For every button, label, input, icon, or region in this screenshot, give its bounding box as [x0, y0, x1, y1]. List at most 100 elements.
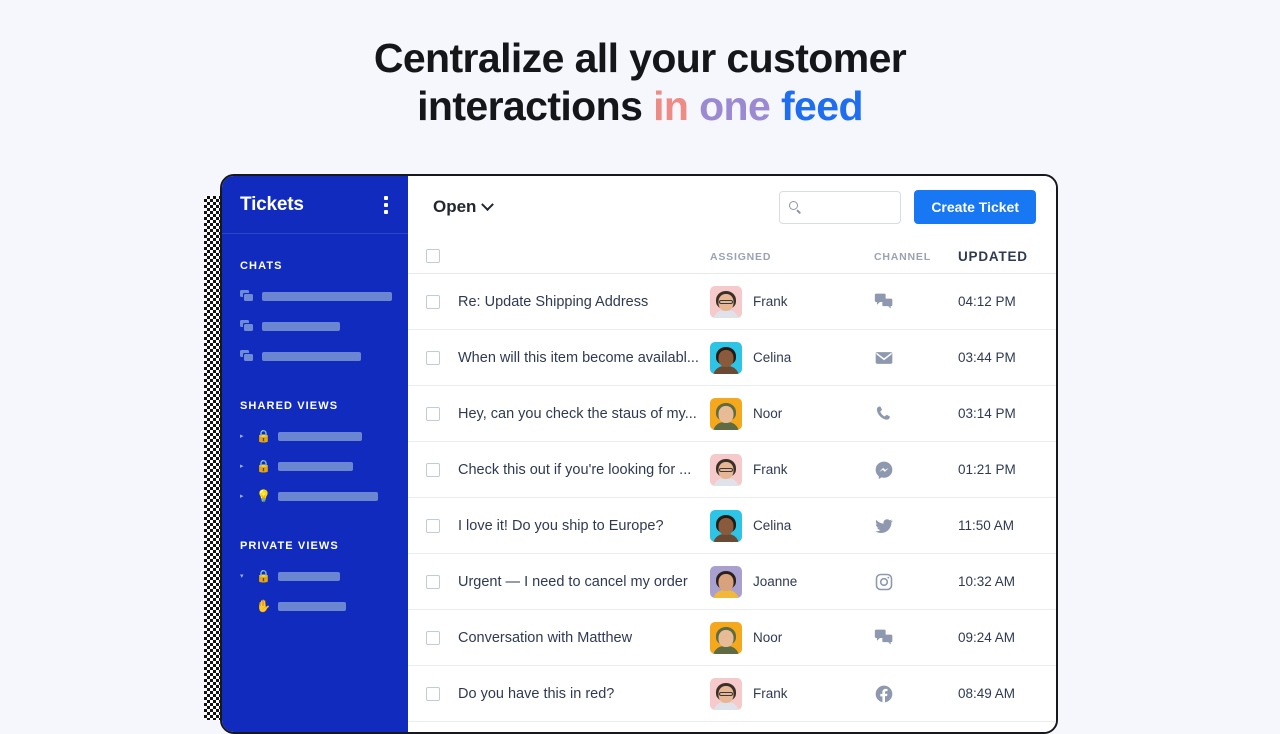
ticket-subject[interactable]: Do you have this in red?	[458, 686, 710, 702]
row-checkbox[interactable]	[426, 574, 440, 589]
row-checkbox[interactable]	[426, 406, 440, 421]
sidebar-section-label-shared-views: SHARED VIEWS	[240, 400, 339, 412]
updated-time: 01:21 PM	[958, 462, 1016, 477]
avatar	[710, 621, 742, 654]
row-checkbox[interactable]	[426, 350, 440, 365]
row-checkbox[interactable]	[426, 294, 440, 309]
table-row[interactable]: Re: Update Shipping Address Frank 04:12 PM	[408, 274, 1056, 330]
search-input[interactable]	[808, 200, 892, 214]
assignee-name: Joanne	[753, 574, 798, 589]
twitter-icon	[874, 516, 894, 536]
chevron-down-icon	[481, 197, 495, 211]
column-header-updated: UPDATED	[958, 249, 1028, 264]
table-row[interactable]: Urgent — I need to cancel my order Joanne…	[408, 554, 1056, 610]
assignee-cell: Joanne	[710, 565, 870, 598]
expand-caret-icon[interactable]: ▸	[240, 463, 248, 470]
headline-plain-text: interactions	[417, 83, 654, 129]
sidebar-item-shared-3[interactable]: ▸ 💡	[222, 486, 408, 506]
toolbar: Open Create Ticket	[408, 176, 1056, 238]
assignee-name: Celina	[753, 350, 792, 365]
sidebar-item-placeholder	[262, 321, 340, 331]
row-select-cell[interactable]	[408, 350, 458, 365]
expand-caret-icon[interactable]: ▸	[240, 433, 248, 440]
ticket-subject[interactable]: Hey, can you check the staus of my...	[458, 406, 710, 422]
select-all-cell[interactable]	[408, 248, 458, 263]
sidebar-item-chat-3[interactable]	[222, 346, 408, 366]
sidebar-section-private-views: PRIVATE VIEWS ▾ 🔒 ✋	[222, 540, 408, 616]
channel-cell	[870, 460, 958, 480]
main-pane: Open Create Ticket ASSIGNED CHANNEL UPDA…	[408, 176, 1056, 732]
sidebar-section-chats: CHATS	[222, 260, 408, 366]
sidebar-item-chat-2[interactable]	[222, 316, 408, 336]
assignee-name: Frank	[753, 294, 788, 309]
sidebar-item-private-1[interactable]: ▾ 🔒	[222, 566, 408, 586]
select-all-checkbox[interactable]	[426, 248, 440, 263]
sidebar-title: Tickets	[240, 193, 304, 215]
ticket-subject[interactable]: Re: Update Shipping Address	[458, 294, 710, 310]
row-checkbox[interactable]	[426, 630, 440, 645]
row-select-cell[interactable]	[408, 574, 458, 589]
create-ticket-button[interactable]: Create Ticket	[914, 190, 1036, 224]
sidebar-item-chat-1[interactable]	[222, 286, 408, 306]
avatar	[710, 397, 742, 430]
sidebar-header: Tickets	[222, 176, 408, 234]
row-select-cell[interactable]	[408, 406, 458, 421]
ticket-subject[interactable]: Check this out if you're looking for ...	[458, 462, 710, 478]
avatar-glasses	[719, 691, 733, 696]
avatar	[710, 453, 742, 486]
row-select-cell[interactable]	[408, 686, 458, 701]
status-filter-label: Open	[433, 197, 477, 216]
ticket-subject[interactable]: Urgent — I need to cancel my order	[458, 574, 710, 590]
status-filter-dropdown[interactable]: Open	[433, 197, 495, 217]
avatar	[710, 509, 742, 542]
table-row[interactable]: Check this out if you're looking for ...…	[408, 442, 1056, 498]
table-row[interactable]: Hey, can you check the staus of my... Noo…	[408, 386, 1056, 442]
headline-word-one: one	[699, 83, 771, 129]
lock-icon: 🔒	[256, 569, 271, 583]
sidebar-item-private-2[interactable]: ✋	[222, 596, 408, 616]
row-select-cell[interactable]	[408, 294, 458, 309]
chat-icon	[874, 292, 894, 312]
assignee-name: Frank	[753, 686, 788, 701]
row-checkbox[interactable]	[426, 686, 440, 701]
lightbulb-icon: 💡	[256, 489, 271, 503]
ticket-subject[interactable]: I love it! Do you ship to Europe?	[458, 518, 710, 534]
sidebar-item-placeholder	[262, 291, 392, 301]
sidebar-item-placeholder	[278, 491, 378, 501]
avatar	[710, 677, 742, 710]
ticket-subject[interactable]: Conversation with Matthew	[458, 630, 710, 646]
row-select-cell[interactable]	[408, 518, 458, 533]
table-row[interactable]: Conversation with Matthew Noor 09:24 AM	[408, 610, 1056, 666]
table-row[interactable]: I love it! Do you ship to Europe? Celina 1…	[408, 498, 1056, 554]
collapse-caret-icon[interactable]: ▾	[240, 573, 248, 580]
sidebar-item-placeholder	[278, 571, 340, 581]
channel-cell	[870, 404, 958, 424]
table-row[interactable]: Do you have this in red? Frank 08:49 AM	[408, 666, 1056, 722]
chat-bubble-icon	[240, 350, 254, 362]
sidebar-item-shared-2[interactable]: ▸ 🔒	[222, 456, 408, 476]
kebab-menu-icon[interactable]	[380, 192, 392, 218]
row-select-cell[interactable]	[408, 630, 458, 645]
ticket-subject[interactable]: When will this item become availabl...	[458, 350, 710, 366]
search-box[interactable]	[779, 190, 902, 224]
sidebar: Tickets CHATS SHARED VIEWS ▸ 🔒 ▸ 🔒 ▸ 💡 P…	[222, 176, 408, 732]
updated-time: 04:12 PM	[958, 294, 1016, 309]
avatar-face	[718, 349, 734, 367]
headline-line-1: Centralize all your customer	[373, 35, 907, 81]
avatar-face	[718, 573, 734, 591]
table-row[interactable]: When will this item become availabl... Ce…	[408, 330, 1056, 386]
facebook-icon	[874, 684, 894, 704]
expand-caret-icon[interactable]: ▸	[240, 493, 248, 500]
sidebar-item-shared-1[interactable]: ▸ 🔒	[222, 426, 408, 446]
channel-cell	[870, 292, 958, 312]
assignee-name: Noor	[753, 406, 783, 421]
row-checkbox[interactable]	[426, 518, 440, 533]
ticket-list: Re: Update Shipping Address Frank 04:12 PM…	[408, 274, 1056, 732]
chat-bubble-icon	[240, 290, 254, 302]
row-select-cell[interactable]	[408, 462, 458, 477]
chat-bubble-icon	[240, 320, 254, 332]
decorative-dot-pattern	[204, 196, 221, 720]
row-checkbox[interactable]	[426, 462, 440, 477]
messenger-icon	[874, 460, 894, 480]
channel-cell	[870, 572, 958, 592]
